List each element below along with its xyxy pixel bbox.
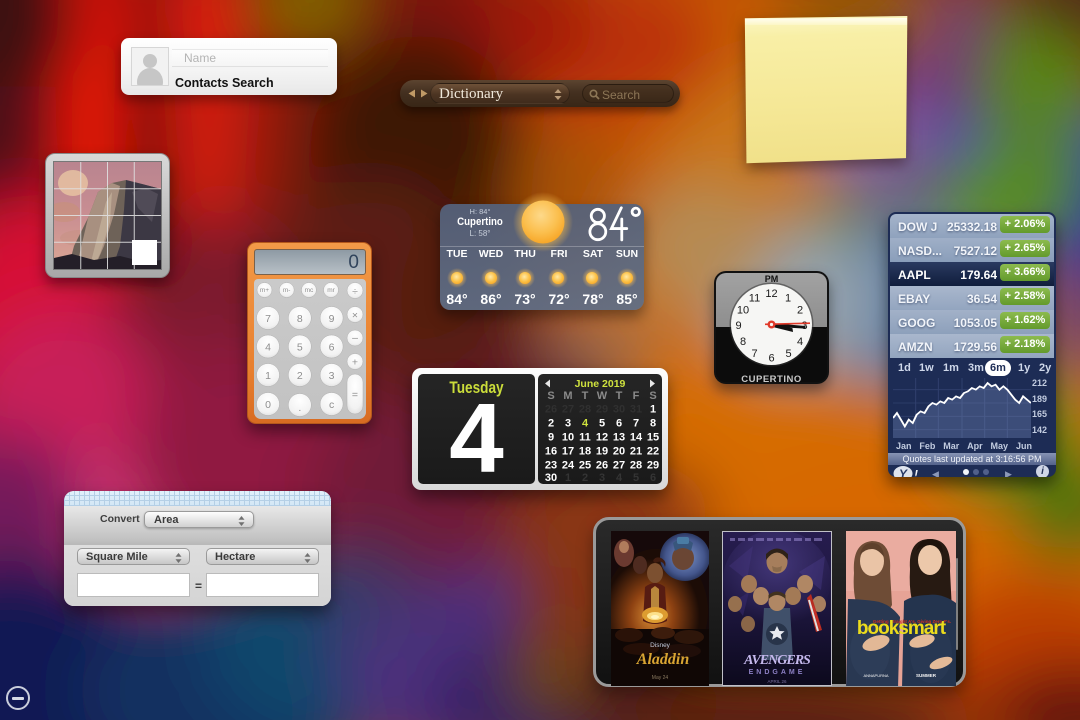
svg-text:5: 5 [599, 418, 605, 430]
svg-text:9: 9 [548, 432, 554, 444]
svg-text:=: = [352, 389, 358, 401]
svg-text:30: 30 [613, 404, 625, 416]
svg-text:–: – [352, 332, 358, 344]
svg-text:.: . [298, 402, 301, 414]
svg-text:SUMMER: SUMMER [916, 673, 937, 678]
svg-text:T: T [616, 390, 623, 402]
svg-text:c: c [329, 399, 334, 411]
svg-text:June 2019: June 2019 [575, 378, 626, 390]
svg-text:11: 11 [749, 293, 760, 305]
svg-text:6: 6 [329, 341, 335, 353]
svg-text:Aladdin: Aladdin [636, 651, 690, 668]
svg-text:2: 2 [797, 305, 803, 317]
svg-text:mc: mc [305, 287, 314, 294]
svg-text:mr: mr [327, 287, 335, 294]
svg-text:9: 9 [735, 320, 741, 332]
svg-text:ANNAPURNA: ANNAPURNA [863, 673, 888, 678]
svg-text:1: 1 [265, 370, 271, 382]
svg-text:15: 15 [647, 432, 659, 444]
svg-text:3: 3 [329, 370, 335, 382]
svg-text:29: 29 [596, 404, 608, 416]
svg-text:May 24: May 24 [652, 675, 669, 681]
svg-text:1: 1 [650, 404, 656, 416]
svg-text:4: 4 [582, 418, 589, 430]
svg-text:26: 26 [545, 404, 557, 416]
svg-text:2: 2 [548, 418, 554, 430]
svg-text:APRIL 26: APRIL 26 [767, 679, 787, 684]
svg-text:T: T [582, 390, 589, 402]
svg-text:3: 3 [599, 472, 605, 484]
svg-text:8: 8 [650, 418, 656, 430]
svg-text:25: 25 [579, 460, 591, 472]
svg-text:10: 10 [737, 305, 749, 317]
svg-text:28: 28 [579, 404, 591, 416]
svg-text:22: 22 [647, 446, 659, 458]
svg-text:18: 18 [579, 446, 591, 458]
svg-text:6: 6 [650, 472, 656, 484]
svg-text:29: 29 [647, 460, 659, 472]
svg-text:20: 20 [613, 446, 625, 458]
svg-text:W: W [597, 390, 608, 402]
svg-text:+: + [352, 357, 358, 369]
svg-text:19: 19 [596, 446, 608, 458]
svg-text:8: 8 [740, 336, 746, 348]
svg-text:27: 27 [562, 404, 574, 416]
svg-text:3: 3 [565, 418, 571, 430]
svg-text:m-: m- [283, 287, 291, 294]
svg-text:26: 26 [596, 460, 608, 472]
svg-text:27: 27 [613, 460, 625, 472]
svg-text:S: S [649, 390, 656, 402]
svg-text:6: 6 [768, 353, 774, 365]
svg-text:7: 7 [265, 313, 271, 325]
svg-text:×: × [352, 310, 358, 322]
svg-text:Disney: Disney [650, 642, 671, 649]
svg-text:12: 12 [765, 288, 777, 300]
svg-text:9: 9 [329, 313, 335, 325]
svg-text:Y: Y [899, 467, 908, 477]
svg-text:4: 4 [797, 336, 803, 348]
svg-text:F: F [633, 390, 640, 402]
svg-text:11: 11 [579, 432, 591, 444]
svg-text:24: 24 [562, 460, 575, 472]
svg-text:4: 4 [265, 341, 271, 353]
svg-text:5: 5 [633, 472, 639, 484]
svg-text:2: 2 [297, 370, 303, 382]
svg-text:30: 30 [545, 472, 557, 484]
svg-text:16: 16 [545, 446, 557, 458]
svg-text:23: 23 [545, 460, 557, 472]
svg-text:6: 6 [616, 418, 622, 430]
svg-text:!: ! [914, 468, 918, 478]
svg-text:28: 28 [630, 460, 642, 472]
svg-text:1: 1 [565, 472, 571, 484]
svg-text:31: 31 [630, 404, 642, 416]
svg-text:5: 5 [785, 348, 791, 360]
svg-text:7: 7 [751, 348, 757, 360]
svg-text:17: 17 [562, 446, 574, 458]
svg-text:m+: m+ [260, 287, 269, 294]
svg-text:7: 7 [633, 418, 639, 430]
svg-text:0: 0 [265, 399, 271, 411]
svg-text:2: 2 [582, 472, 588, 484]
svg-text:8: 8 [297, 313, 303, 325]
svg-text:13: 13 [613, 432, 625, 444]
svg-text:4: 4 [616, 472, 623, 484]
svg-text:1: 1 [785, 293, 791, 305]
svg-text:14: 14 [630, 432, 643, 444]
svg-text:ENDGAME: ENDGAME [749, 669, 806, 676]
svg-text:÷: ÷ [352, 286, 358, 298]
svg-text:S: S [547, 390, 554, 402]
svg-text:10: 10 [562, 432, 574, 444]
svg-text:5: 5 [297, 341, 303, 353]
svg-text:AVENGERS: AVENGERS [743, 653, 811, 668]
svg-text:12: 12 [596, 432, 608, 444]
svg-text:21: 21 [630, 446, 642, 458]
svg-text:booksmart: booksmart [857, 618, 947, 639]
svg-text:M: M [563, 390, 572, 402]
